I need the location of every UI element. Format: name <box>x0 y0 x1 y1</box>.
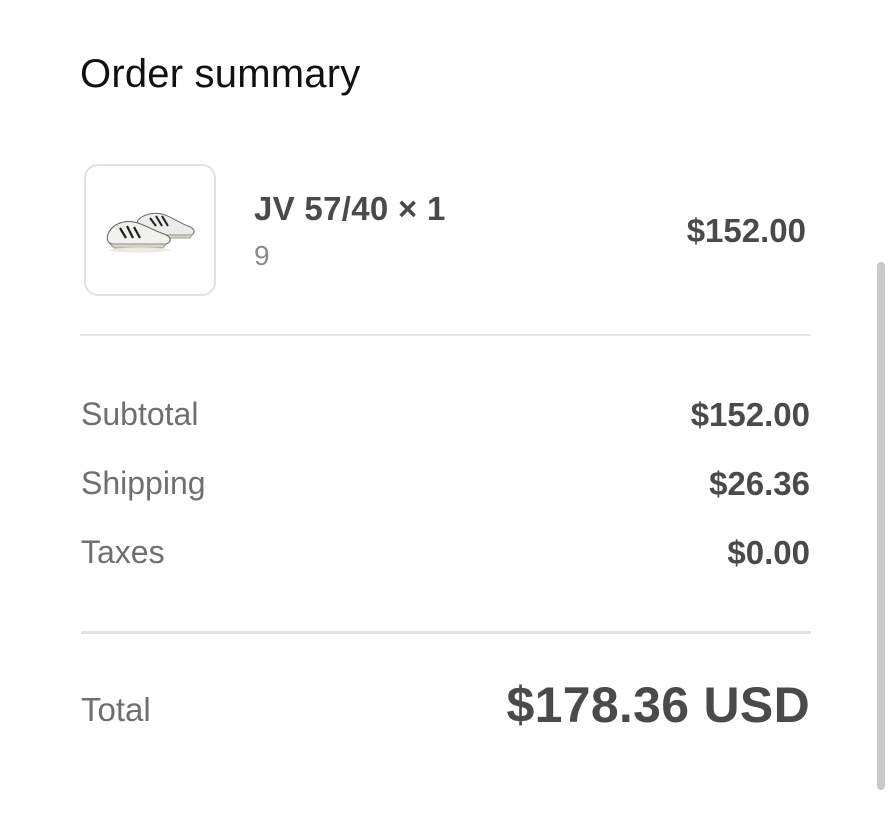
taxes-label: Taxes <box>81 534 165 570</box>
total-row: Total $178.36 USD <box>81 676 810 746</box>
taxes-value: $0.00 <box>727 534 810 571</box>
taxes-row: Taxes $0.00 <box>81 534 810 574</box>
subtotal-value: $152.00 <box>690 396 810 433</box>
total-value: $178.36 USD <box>506 677 810 733</box>
divider <box>80 334 811 336</box>
product-price: $152.00 <box>686 212 806 249</box>
total-label: Total <box>81 691 151 728</box>
product-thumbnail[interactable] <box>84 164 216 296</box>
product-name: JV 57/40 × 1 <box>254 190 446 227</box>
divider <box>81 631 811 634</box>
shipping-label: Shipping <box>81 465 206 501</box>
scrollbar[interactable] <box>877 262 885 790</box>
order-summary-title: Order summary <box>80 52 361 96</box>
shipping-value: $26.36 <box>709 465 810 502</box>
subtotal-label: Subtotal <box>81 396 199 432</box>
sneaker-thumbnail-icon <box>106 212 195 253</box>
shipping-row: Shipping $26.36 <box>81 465 810 505</box>
product-variant: 9 <box>254 240 270 271</box>
line-item[interactable]: JV 57/40 × 1 9 $152.00 <box>84 164 810 298</box>
subtotal-row: Subtotal $152.00 <box>81 396 810 436</box>
